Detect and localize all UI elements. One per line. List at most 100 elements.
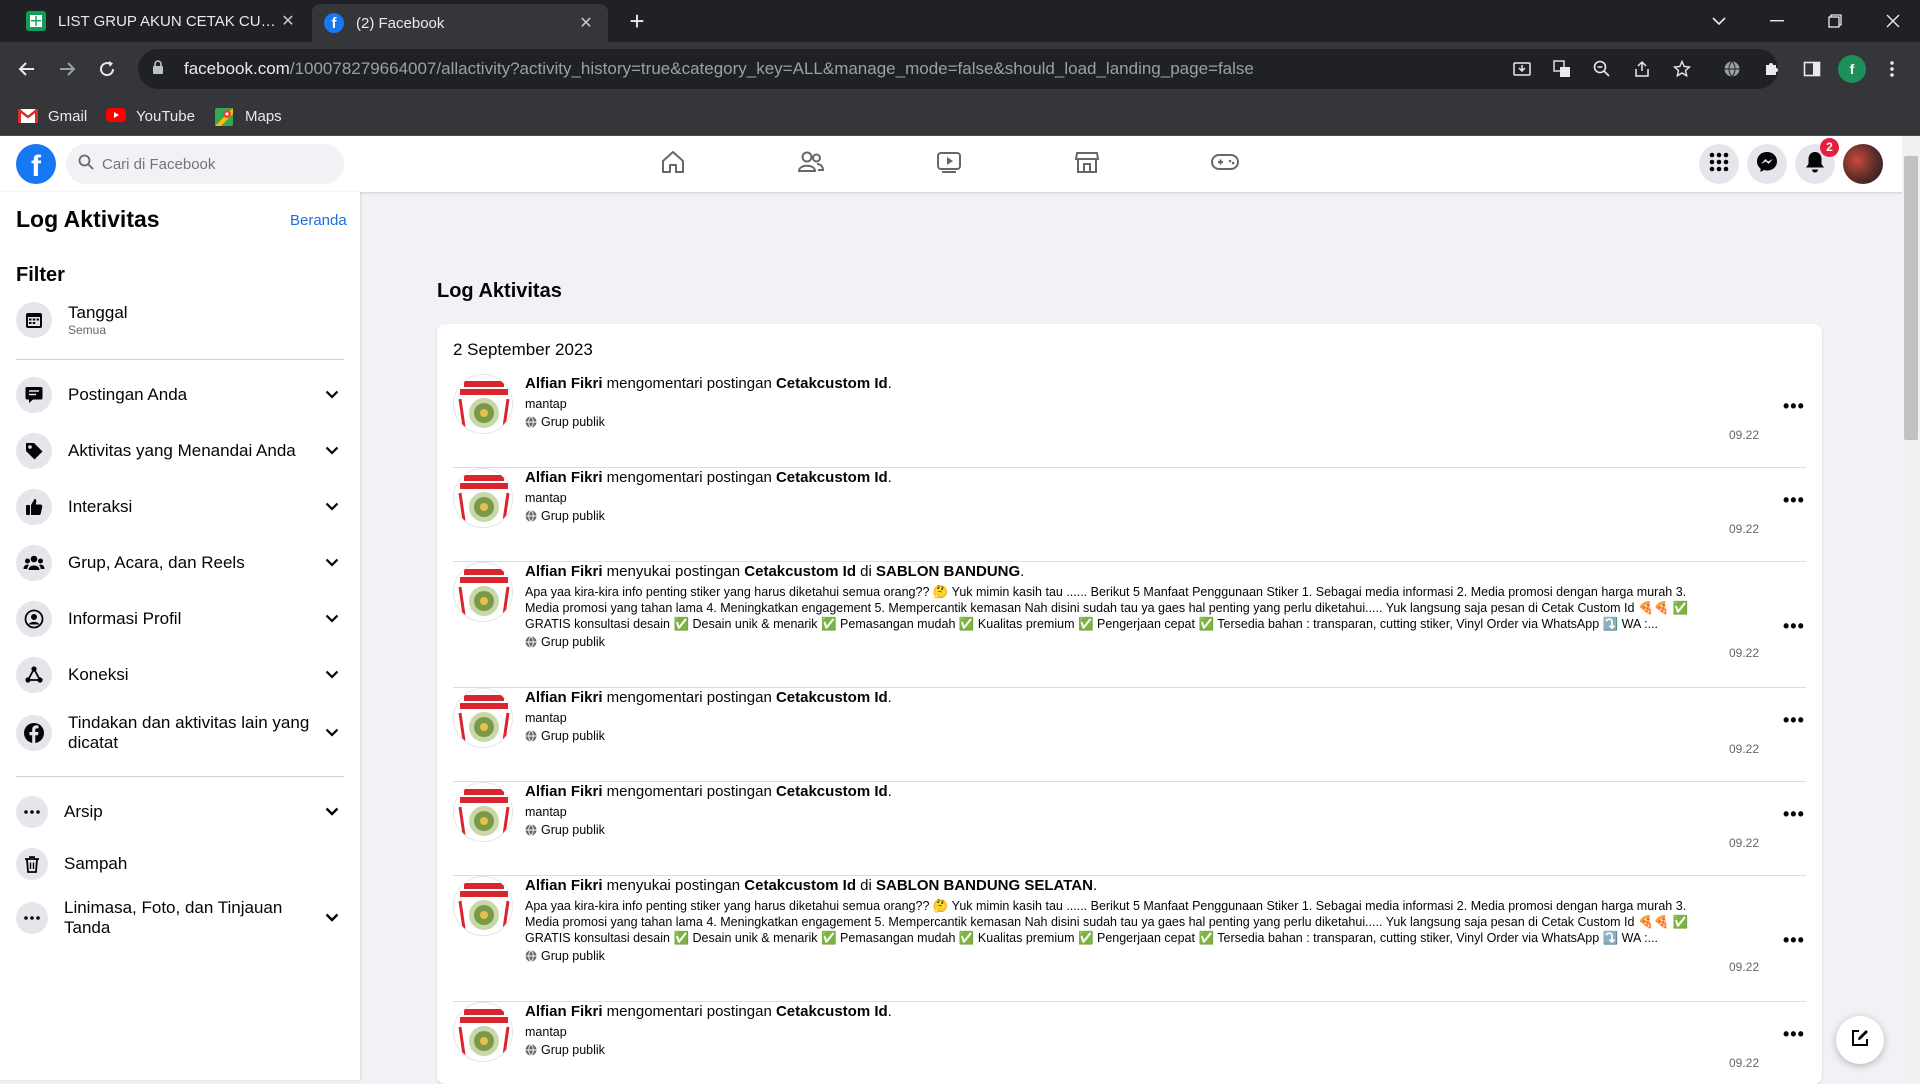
restore-icon[interactable] — [1812, 0, 1858, 42]
post-thumbnail[interactable] — [453, 688, 513, 748]
post-thumbnail[interactable] — [453, 562, 513, 622]
post-thumbnail[interactable] — [453, 468, 513, 528]
activity-row[interactable]: Alfian Fikri menyukai postingan Cetakcus… — [453, 562, 1806, 688]
activity-time[interactable]: 09.22 — [1729, 428, 1759, 442]
actor-name[interactable]: Alfian Fikri — [525, 877, 603, 894]
more-options-button[interactable]: ••• — [1783, 710, 1805, 731]
new-message-button[interactable] — [1836, 1016, 1884, 1064]
sidebar-item-connections[interactable]: Koneksi — [16, 657, 344, 693]
post-thumbnail[interactable] — [453, 782, 513, 842]
tab-sheets[interactable]: LIST GRUP AKUN CETAK CUSTOM ✕ — [14, 0, 310, 42]
activity-time[interactable]: 09.22 — [1729, 742, 1759, 756]
more-options-button[interactable]: ••• — [1783, 1024, 1805, 1045]
home-link[interactable]: Beranda — [290, 212, 347, 229]
activity-headline[interactable]: Alfian Fikri menyukai postingan Cetakcus… — [525, 562, 1725, 582]
sidebar-item-timeline-review[interactable]: Linimasa, Foto, dan Tinjauan Tanda — [16, 898, 344, 938]
side-panel-icon[interactable] — [1798, 55, 1826, 83]
activity-headline[interactable]: Alfian Fikri mengomentari postingan Ceta… — [525, 1002, 1725, 1022]
sidebar-item-your-posts[interactable]: Postingan Anda — [16, 377, 344, 413]
sidebar-item-groups[interactable]: Grup, Acara, dan Reels — [16, 545, 344, 581]
target-name[interactable]: Cetakcustom Id — [776, 375, 888, 392]
sidebar-item-tagged[interactable]: Aktivitas yang Menandai Anda — [16, 433, 344, 469]
install-app-icon[interactable] — [1508, 55, 1536, 83]
more-options-button[interactable]: ••• — [1783, 930, 1805, 951]
group-name[interactable]: SABLON BANDUNG SELATAN — [876, 877, 1093, 894]
actor-name[interactable]: Alfian Fikri — [525, 469, 603, 486]
translate-icon[interactable] — [1548, 55, 1576, 83]
zoom-icon[interactable] — [1588, 55, 1616, 83]
sidebar-item-archive[interactable]: Arsip — [16, 796, 344, 828]
group-name[interactable]: SABLON BANDUNG — [876, 563, 1020, 580]
bookmark-star-icon[interactable] — [1668, 55, 1696, 83]
bookmark-gmail[interactable]: Gmail — [18, 104, 87, 128]
activity-row[interactable]: Alfian Fikri menyukai postingan Cetakcus… — [453, 876, 1806, 1002]
bookmark-youtube[interactable]: YouTube — [106, 104, 195, 128]
target-name[interactable]: Cetakcustom Id — [776, 469, 888, 486]
tab-close-icon[interactable]: ✕ — [278, 11, 298, 31]
profile-avatar[interactable]: f — [1838, 55, 1866, 83]
target-name[interactable]: Cetakcustom Id — [744, 877, 856, 894]
close-window-icon[interactable] — [1870, 0, 1916, 42]
actor-name[interactable]: Alfian Fikri — [525, 563, 603, 580]
activity-headline[interactable]: Alfian Fikri menyukai postingan Cetakcus… — [525, 876, 1725, 896]
messenger-button[interactable] — [1747, 144, 1787, 184]
tab-search-icon[interactable] — [1696, 0, 1742, 42]
notifications-button[interactable]: 2 — [1795, 138, 1839, 184]
activity-headline[interactable]: Alfian Fikri mengomentari postingan Ceta… — [525, 782, 1725, 802]
tab-close-icon[interactable]: ✕ — [576, 13, 596, 33]
facebook-search[interactable] — [66, 144, 344, 184]
sidebar-item-other-activity[interactable]: Tindakan dan aktivitas lain yang dicatat — [16, 713, 344, 753]
new-tab-button[interactable]: + — [622, 6, 652, 36]
target-name[interactable]: Cetakcustom Id — [776, 689, 888, 706]
bookmark-maps[interactable]: Maps — [215, 104, 282, 128]
extensions-puzzle-icon[interactable] — [1758, 55, 1786, 83]
activity-time[interactable]: 09.22 — [1729, 960, 1759, 974]
activity-time[interactable]: 09.22 — [1729, 522, 1759, 536]
globe-extension-icon[interactable] — [1718, 55, 1746, 83]
actor-name[interactable]: Alfian Fikri — [525, 1003, 603, 1020]
sidebar-item-interactions[interactable]: Interaksi — [16, 489, 344, 525]
activity-time[interactable]: 09.22 — [1729, 836, 1759, 850]
sidebar-item-trash[interactable]: Sampah — [16, 848, 344, 880]
sidebar-item-profile-info[interactable]: Informasi Profil — [16, 601, 344, 637]
actor-name[interactable]: Alfian Fikri — [525, 783, 603, 800]
actor-name[interactable]: Alfian Fikri — [525, 375, 603, 392]
scrollbar-thumb[interactable] — [1904, 156, 1918, 440]
nav-marketplace[interactable] — [1032, 136, 1142, 192]
activity-row[interactable]: Alfian Fikri mengomentari postingan Ceta… — [453, 1002, 1806, 1084]
facebook-logo[interactable]: f — [16, 144, 56, 184]
more-options-button[interactable]: ••• — [1783, 490, 1805, 511]
nav-home[interactable] — [618, 136, 728, 192]
search-input[interactable] — [102, 155, 322, 173]
actor-name[interactable]: Alfian Fikri — [525, 689, 603, 706]
account-button[interactable] — [1843, 144, 1883, 184]
share-icon[interactable] — [1628, 55, 1656, 83]
menu-kebab-icon[interactable] — [1878, 55, 1906, 83]
activity-row[interactable]: Alfian Fikri mengomentari postingan Ceta… — [453, 688, 1806, 782]
target-name[interactable]: Cetakcustom Id — [776, 783, 888, 800]
target-name[interactable]: Cetakcustom Id — [776, 1003, 888, 1020]
minimize-icon[interactable] — [1754, 0, 1800, 42]
forward-icon[interactable] — [52, 54, 82, 84]
activity-headline[interactable]: Alfian Fikri mengomentari postingan Ceta… — [525, 374, 1725, 394]
post-thumbnail[interactable] — [453, 374, 513, 434]
more-options-button[interactable]: ••• — [1783, 804, 1805, 825]
activity-row[interactable]: Alfian Fikri mengomentari postingan Ceta… — [453, 782, 1806, 876]
nav-friends[interactable] — [756, 136, 866, 192]
activity-row[interactable]: Alfian Fikri mengomentari postingan Ceta… — [453, 468, 1806, 562]
back-icon[interactable] — [12, 54, 42, 84]
activity-time[interactable]: 09.22 — [1729, 1056, 1759, 1070]
activity-headline[interactable]: Alfian Fikri mengomentari postingan Ceta… — [525, 688, 1725, 708]
tab-facebook[interactable]: f (2) Facebook ✕ — [312, 4, 608, 42]
nav-watch[interactable] — [894, 136, 1004, 192]
more-options-button[interactable]: ••• — [1783, 396, 1805, 417]
date-filter[interactable]: Tanggal Semua — [16, 302, 344, 338]
post-thumbnail[interactable] — [453, 876, 513, 936]
menu-grid-button[interactable] — [1699, 144, 1739, 184]
activity-headline[interactable]: Alfian Fikri mengomentari postingan Ceta… — [525, 468, 1725, 488]
more-options-button[interactable]: ••• — [1783, 616, 1805, 637]
reload-icon[interactable] — [92, 54, 122, 84]
activity-row[interactable]: Alfian Fikri mengomentari postingan Ceta… — [453, 374, 1806, 468]
nav-gaming[interactable] — [1170, 136, 1280, 192]
target-name[interactable]: Cetakcustom Id — [744, 563, 856, 580]
